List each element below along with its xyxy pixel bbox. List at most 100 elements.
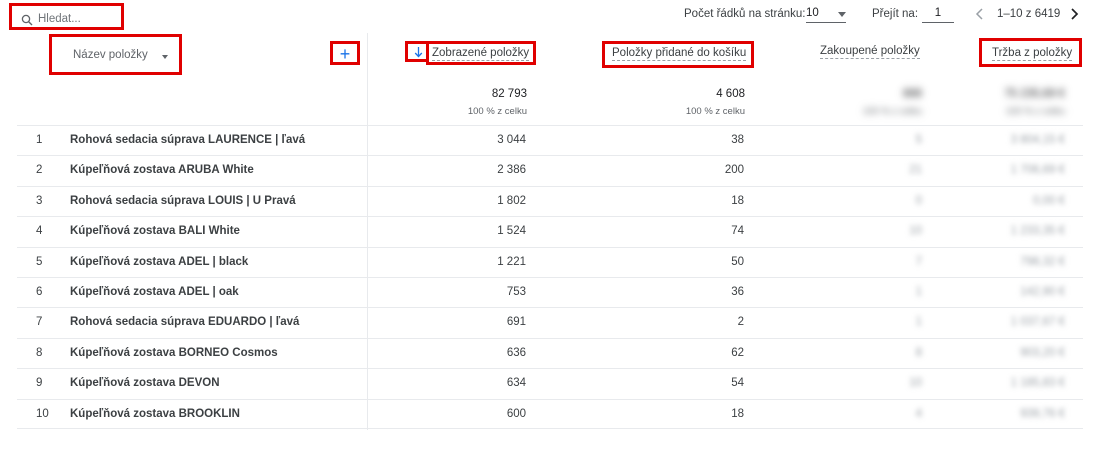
row-cart: 200 bbox=[724, 164, 744, 177]
row-index: 7 bbox=[36, 316, 43, 329]
col-cart-label: Položky přidané do košíku bbox=[612, 47, 747, 61]
col-cart-header[interactable]: Položky přidané do košíku bbox=[602, 41, 754, 68]
row-cart: 18 bbox=[731, 407, 744, 420]
add-dimension-button[interactable]: + bbox=[330, 41, 360, 65]
goto-page-value: 1 bbox=[934, 7, 942, 19]
table-row[interactable]: 1 Rohová sedacia súprava LAURENCE | ľavá… bbox=[17, 125, 1083, 155]
caret-down-icon bbox=[838, 12, 846, 17]
row-purchased: 4 bbox=[915, 407, 922, 420]
row-cart: 50 bbox=[731, 255, 744, 268]
row-item-name: Rohová sedacia súprava LAURENCE | ľavá bbox=[70, 134, 306, 146]
total-revenue-pct: 100 % z celku bbox=[1005, 106, 1065, 117]
col-revenue-header[interactable]: Tržba z položky bbox=[979, 38, 1082, 67]
row-index: 8 bbox=[36, 346, 43, 359]
row-index: 4 bbox=[36, 225, 43, 238]
goto-label: Přejít na: bbox=[872, 8, 919, 20]
row-purchased: 21 bbox=[909, 164, 922, 177]
total-revenue: 75 235,69 € 100 % z celku bbox=[1004, 88, 1065, 117]
search-icon bbox=[21, 14, 33, 26]
table-row[interactable]: 5 Kúpeľňová zostava ADEL | black 1 221 5… bbox=[17, 246, 1083, 277]
table-row[interactable]: 7 Rohová sedacia súprava EDUARDO | ľavá … bbox=[17, 307, 1083, 337]
row-purchased: 10 bbox=[909, 377, 922, 390]
total-revenue-value: 75 235,69 € bbox=[1004, 88, 1065, 100]
page-range: 1–10 z 6419 bbox=[997, 8, 1061, 20]
row-purchased: 10 bbox=[909, 225, 922, 238]
row-purchased: 0 bbox=[915, 194, 922, 207]
total-views-pct: 100 % z celku bbox=[467, 106, 527, 117]
row-item-name: Rohová sedacia súprava EDUARDO | ľavá bbox=[70, 316, 300, 329]
chevron-right-icon[interactable] bbox=[1067, 6, 1081, 22]
row-cart: 54 bbox=[731, 377, 744, 390]
row-index: 9 bbox=[36, 377, 43, 390]
row-revenue: 1 706,69 € bbox=[1010, 164, 1065, 177]
row-views: 753 bbox=[506, 285, 526, 298]
row-index: 5 bbox=[36, 255, 43, 268]
row-item-name: Rohová sedacia súprava LOUIS | U Pravá bbox=[70, 194, 296, 207]
table-row[interactable]: 9 Kúpeľňová zostava DEVON 634 54 10 1 18… bbox=[17, 368, 1083, 398]
row-item-name: Kúpeľňová zostava BORNEO Cosmos bbox=[70, 346, 278, 359]
table-row[interactable]: 4 Kúpeľňová zostava BALI White 1 524 74 … bbox=[17, 216, 1083, 246]
total-purchased-pct: 100 % z celku bbox=[862, 106, 922, 117]
row-index: 3 bbox=[36, 194, 43, 207]
chevron-left-icon[interactable] bbox=[973, 6, 987, 22]
table-row[interactable]: 6 Kúpeľňová zostava ADEL | oak 753 36 1 … bbox=[17, 276, 1083, 307]
rows-per-page-label: Počet řádků na stránku: bbox=[684, 8, 806, 20]
row-cart: 2 bbox=[737, 316, 744, 329]
table-row[interactable]: 10 Kúpeľňová zostava BROOKLIN 600 18 4 9… bbox=[17, 398, 1083, 429]
row-item-name: Kúpeľňová zostava ADEL | black bbox=[70, 255, 249, 268]
row-item-name: Kúpeľňová zostava ARUBA White bbox=[70, 164, 254, 177]
total-cart-value: 4 608 bbox=[716, 88, 745, 100]
col-views-header[interactable]: Zobrazené položky bbox=[426, 41, 536, 65]
row-purchased: 1 bbox=[915, 316, 922, 329]
table-row[interactable]: 3 Rohová sedacia súprava LOUIS | U Pravá… bbox=[17, 185, 1083, 216]
data-table: 1 Rohová sedacia súprava LAURENCE | ľavá… bbox=[17, 125, 1083, 429]
goto-page-input[interactable]: 1 bbox=[922, 6, 954, 23]
row-cart: 18 bbox=[731, 194, 744, 207]
row-purchased: 1 bbox=[915, 285, 922, 298]
total-views-value: 82 793 bbox=[491, 88, 527, 100]
search-input[interactable] bbox=[38, 10, 118, 28]
col-purchased-header[interactable]: Zakoupené položky bbox=[820, 45, 920, 59]
search-box[interactable] bbox=[9, 3, 124, 30]
total-cart-pct: 100 % z celku bbox=[685, 106, 745, 117]
col-views-label: Zobrazené položky bbox=[432, 47, 530, 61]
total-views: 82 793 100 % z celku bbox=[468, 88, 527, 117]
row-revenue: 3 804,15 € bbox=[1010, 134, 1065, 146]
row-purchased: 8 bbox=[915, 346, 922, 359]
row-views: 1 802 bbox=[497, 194, 526, 207]
row-views: 1 524 bbox=[497, 225, 526, 238]
row-views: 634 bbox=[506, 377, 526, 390]
row-views: 691 bbox=[506, 316, 526, 329]
row-views: 1 221 bbox=[497, 255, 526, 268]
rows-per-page-select[interactable]: 10 bbox=[806, 6, 846, 23]
rows-per-page-value: 10 bbox=[806, 7, 819, 19]
table-row[interactable]: 8 Kúpeľňová zostava BORNEO Cosmos 636 62… bbox=[17, 337, 1083, 368]
row-item-name: Kúpeľňová zostava ADEL | oak bbox=[70, 285, 239, 298]
total-purchased: 888 100 % z celku bbox=[863, 88, 922, 117]
row-revenue: 0,00 € bbox=[1033, 194, 1065, 207]
row-purchased: 7 bbox=[915, 255, 922, 268]
row-views: 2 386 bbox=[497, 164, 526, 177]
row-cart: 36 bbox=[731, 285, 744, 298]
row-index: 10 bbox=[36, 407, 49, 420]
total-cart: 4 608 100 % z celku bbox=[686, 88, 745, 117]
table-row[interactable]: 2 Kúpeľňová zostava ARUBA White 2 386 20… bbox=[17, 155, 1083, 185]
row-index: 1 bbox=[36, 134, 43, 146]
row-revenue: 939,76 € bbox=[1020, 407, 1065, 420]
dimension-selector[interactable]: Název položky bbox=[49, 34, 182, 75]
row-views: 600 bbox=[506, 407, 526, 420]
row-revenue: 1 233,35 € bbox=[1010, 225, 1065, 238]
row-cart: 74 bbox=[731, 225, 744, 238]
row-revenue: 798,32 € bbox=[1020, 255, 1065, 268]
col-revenue-label: Tržba z položky bbox=[992, 47, 1073, 61]
row-views: 636 bbox=[506, 346, 526, 359]
row-item-name: Kúpeľňová zostava BROOKLIN bbox=[70, 407, 240, 420]
row-cart: 62 bbox=[731, 346, 744, 359]
plus-icon: + bbox=[339, 44, 351, 64]
row-revenue: 1 185,83 € bbox=[1010, 377, 1065, 390]
caret-down-icon bbox=[162, 55, 168, 59]
dimension-label: Název položky bbox=[73, 49, 148, 61]
row-index: 6 bbox=[36, 285, 43, 298]
row-item-name: Kúpeľňová zostava BALI White bbox=[70, 225, 240, 238]
row-revenue: 1 037,67 € bbox=[1010, 316, 1065, 329]
